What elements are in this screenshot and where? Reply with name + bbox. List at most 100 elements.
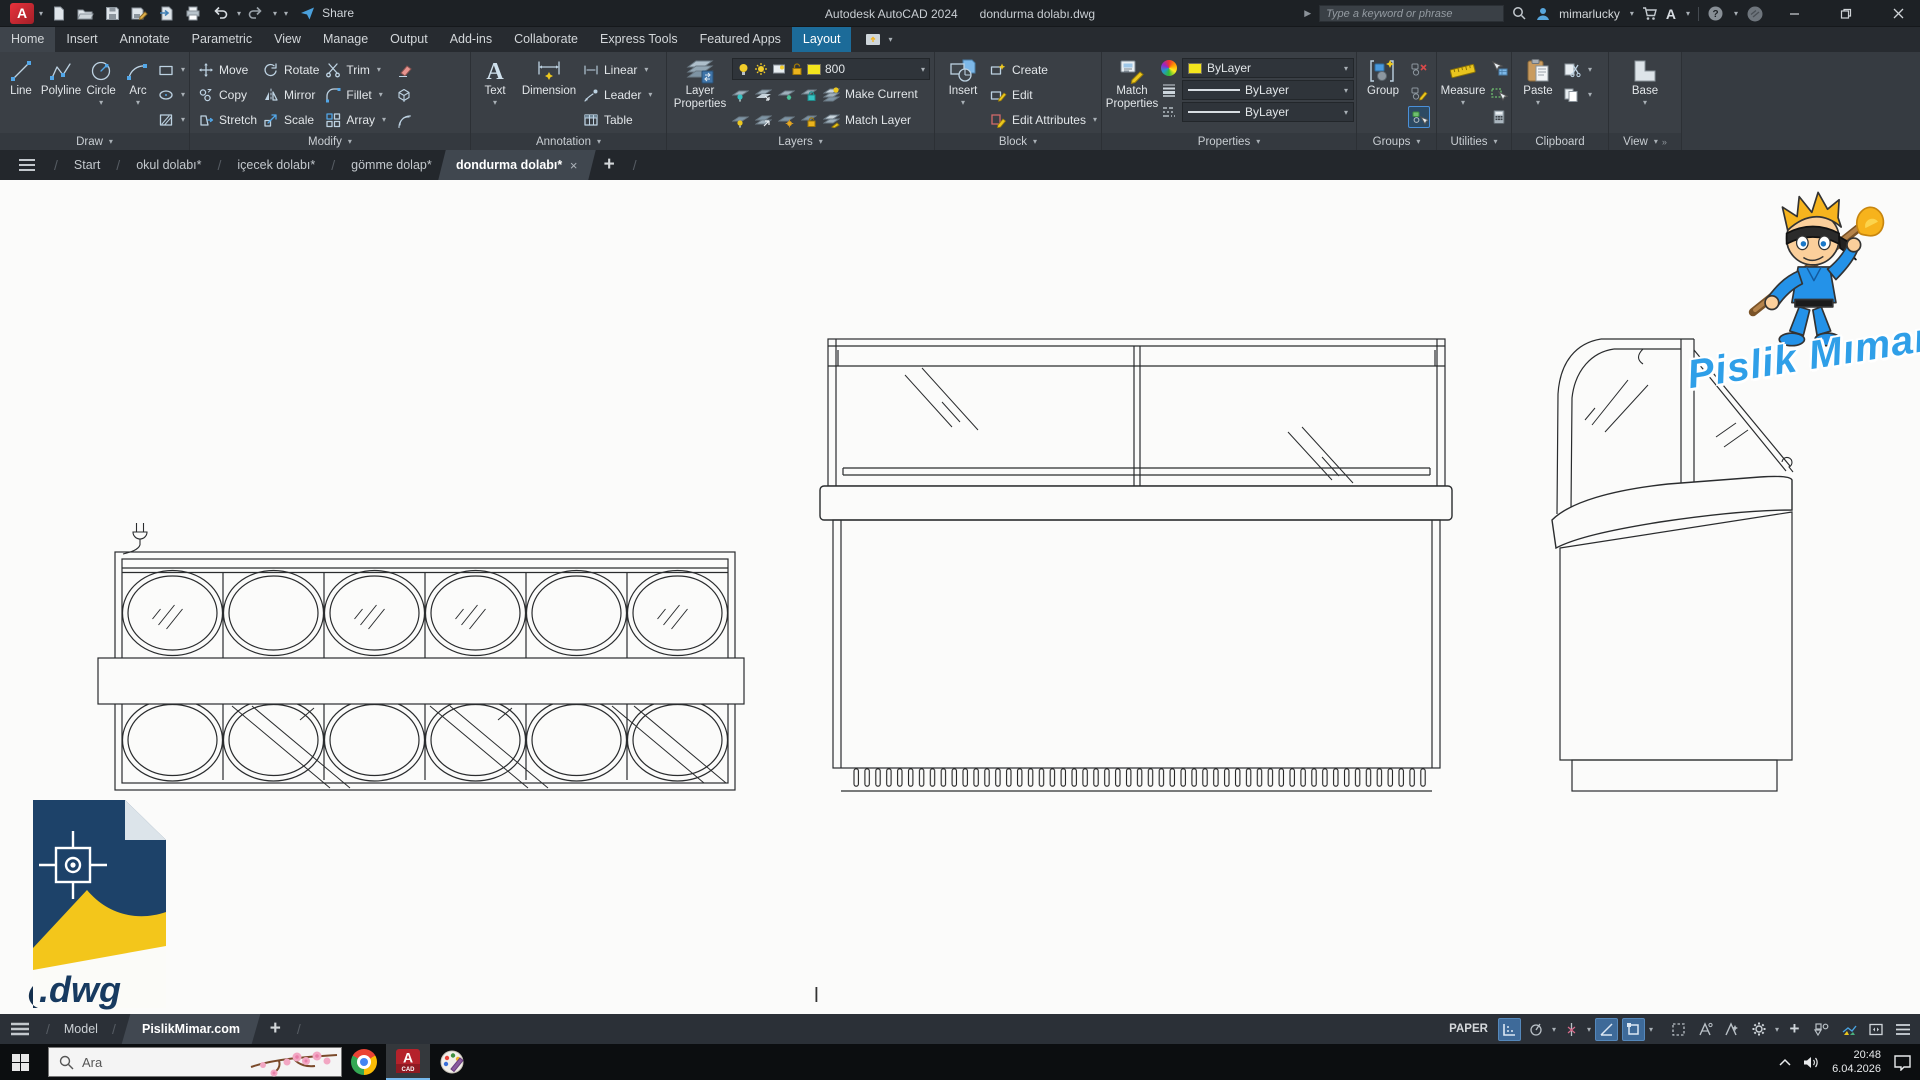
volume-icon[interactable] (1803, 1055, 1820, 1070)
help-caret-icon[interactable]: ▾ (1734, 9, 1738, 18)
taskbar-search-input[interactable] (82, 1055, 232, 1070)
layer-properties-button[interactable]: Layer Properties (671, 55, 729, 133)
model-tab[interactable]: Model (56, 1022, 106, 1036)
doctab-gomme-dolap[interactable]: gömme dolap* (343, 158, 440, 172)
autodesk-apps-icon[interactable]: A (1666, 6, 1676, 22)
tab-manage[interactable]: Manage (312, 27, 379, 52)
object-snap-toggle[interactable] (1622, 1018, 1645, 1041)
tab-home[interactable]: Home (0, 27, 55, 52)
user-avatar-icon[interactable] (1535, 6, 1551, 22)
share-icon[interactable] (295, 2, 319, 24)
panel-label-properties[interactable]: Properties▾ (1102, 133, 1356, 150)
username-label[interactable]: mimarlucky (1559, 7, 1620, 21)
stretch-button[interactable]: Stretch (198, 108, 257, 131)
copy-clip-button[interactable]: ▾ (1563, 83, 1592, 106)
tab-express-tools[interactable]: Express Tools (589, 27, 689, 52)
mirror-button[interactable]: Mirror (263, 83, 319, 106)
settings-gear-icon[interactable] (1748, 1018, 1771, 1041)
tab-insert[interactable]: Insert (55, 27, 108, 52)
add-status-item-button[interactable]: + (1783, 1018, 1806, 1041)
doctab-start[interactable]: Start (66, 158, 108, 172)
store-cart-icon[interactable] (1642, 6, 1658, 21)
linear-dimension-button[interactable]: Linear▾ (583, 58, 652, 81)
close-tab-icon[interactable]: × (570, 158, 578, 173)
text-button[interactable]: A Text▾ (475, 55, 515, 133)
tab-parametric[interactable]: Parametric (181, 27, 263, 52)
help-icon[interactable]: ? (1707, 5, 1724, 22)
tab-output[interactable]: Output (379, 27, 439, 52)
ortho-toggle[interactable] (1560, 1018, 1583, 1041)
select-similar-button[interactable] (1488, 82, 1510, 104)
group-edit-button[interactable] (1408, 82, 1430, 104)
ribbon-collapse-icon[interactable] (865, 33, 881, 46)
insert-block-button[interactable]: Insert▾ (939, 55, 987, 133)
fillet-button[interactable]: Fillet▾ (325, 83, 386, 106)
undo-caret-icon[interactable]: ▾ (237, 9, 241, 18)
user-menu-caret-icon[interactable]: ▾ (1630, 9, 1634, 18)
panel-label-groups[interactable]: Groups▾ (1357, 133, 1436, 150)
offset-button[interactable] (396, 108, 412, 131)
annotation-visibility-toggle[interactable] (1694, 1018, 1717, 1041)
dynamic-input-toggle[interactable] (1525, 1018, 1548, 1041)
doctab-okul-dolabi[interactable]: okul dolabı* (128, 158, 209, 172)
hatch-tool-button[interactable]: ▾ (158, 108, 185, 131)
new-document-tab-button[interactable]: + (594, 154, 625, 176)
ungroup-button[interactable] (1408, 58, 1430, 80)
isolate-objects-toggle[interactable] (1810, 1018, 1833, 1041)
polyline-button[interactable]: Polyline (41, 55, 81, 133)
table-button[interactable]: Table (583, 108, 652, 131)
redo-caret-icon[interactable]: ▾ (273, 9, 277, 18)
rotate-button[interactable]: Rotate (263, 58, 319, 81)
restore-button[interactable] (1824, 0, 1868, 27)
fullscreen-toggle[interactable] (1864, 1018, 1887, 1041)
status-circle-icon[interactable] (1746, 5, 1764, 23)
group-button[interactable]: Group (1361, 55, 1405, 133)
app-menu-caret-icon[interactable]: ▾ (39, 9, 43, 18)
leader-button[interactable]: Leader▾ (583, 83, 652, 106)
panel-label-modify[interactable]: Modify▾ (190, 133, 470, 150)
minimize-button[interactable] (1772, 0, 1816, 27)
layout-tab-pislikmimar[interactable]: PislikMimar.com (122, 1014, 261, 1044)
edit-block-button[interactable]: Edit (990, 83, 1097, 106)
arc-button[interactable]: Arc▾ (121, 55, 155, 133)
tab-annotate[interactable]: Annotate (109, 27, 181, 52)
panel-label-block[interactable]: Block▾ (935, 133, 1101, 150)
lineweight-dropdown[interactable]: ByLayer▾ (1182, 80, 1354, 100)
selection-cycling-toggle[interactable] (1667, 1018, 1690, 1041)
save-button[interactable] (100, 2, 124, 24)
rectangle-tool-button[interactable]: ▾ (158, 58, 185, 81)
panel-label-annotation[interactable]: Annotation▾ (471, 133, 666, 150)
tab-view[interactable]: View (263, 27, 312, 52)
autoscale-annotation-toggle[interactable] (1721, 1018, 1744, 1041)
edit-attributes-button[interactable]: Edit Attributes▾ (990, 108, 1097, 131)
autodesk-apps-caret-icon[interactable]: ▾ (1686, 9, 1690, 18)
erase-button[interactable] (396, 58, 412, 81)
keyword-search-input[interactable] (1319, 5, 1504, 22)
tab-collaborate[interactable]: Collaborate (503, 27, 589, 52)
taskbar-search-box[interactable] (48, 1047, 342, 1077)
layout-menu-icon[interactable] (0, 1022, 40, 1036)
search-expand-icon[interactable]: ▶ (1304, 8, 1311, 19)
search-icon[interactable] (1512, 6, 1527, 21)
ellipse-tool-button[interactable]: ▾ (158, 83, 185, 106)
cut-button[interactable]: ▾ (1563, 58, 1592, 81)
qat-customize-caret-icon[interactable]: ▾ (284, 9, 288, 18)
export-button[interactable] (154, 2, 178, 24)
doctab-icecek-dolabi[interactable]: içecek dolabı* (229, 158, 323, 172)
paint-taskbar-icon[interactable] (430, 1044, 474, 1080)
grid-snap-toggle[interactable] (1498, 1018, 1521, 1041)
status-menu-icon[interactable] (1891, 1018, 1914, 1041)
share-label[interactable]: Share (322, 6, 354, 20)
trim-button[interactable]: Trim▾ (325, 58, 386, 81)
autocad-app-icon[interactable]: A (10, 3, 34, 24)
ribbon-collapse-caret-icon[interactable]: ▾ (888, 35, 892, 44)
undo-button[interactable] (208, 2, 232, 24)
panel-label-view[interactable]: View▾» (1609, 133, 1681, 150)
ortho-caret-icon[interactable]: ▾ (1587, 1025, 1591, 1034)
autocad-taskbar-icon[interactable]: ACAD (386, 1044, 430, 1080)
tab-addins[interactable]: Add-ins (439, 27, 503, 52)
start-button[interactable] (0, 1044, 40, 1080)
chrome-taskbar-icon[interactable] (342, 1044, 386, 1080)
group-selection-toggle[interactable] (1408, 106, 1430, 128)
make-current-button[interactable]: Make Current (823, 87, 918, 102)
